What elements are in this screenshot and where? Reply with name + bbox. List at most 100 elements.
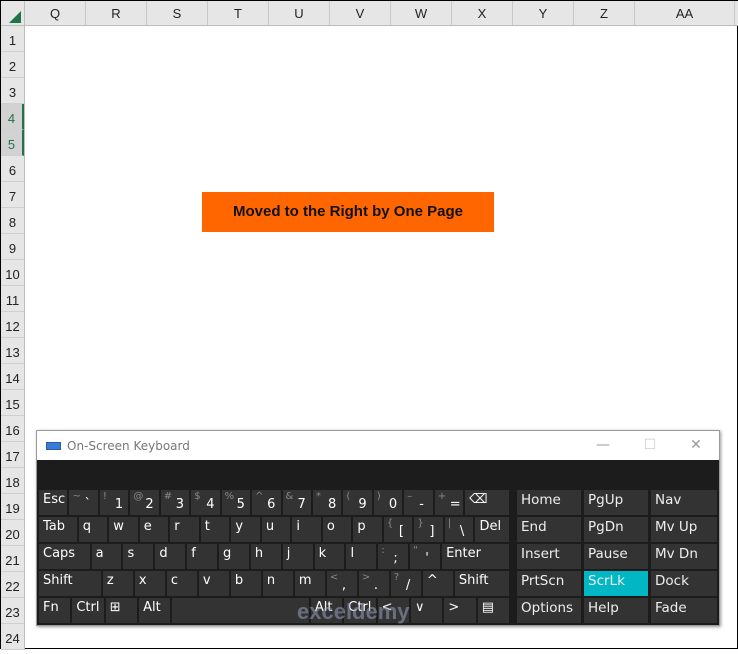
key-options[interactable]: Options [517,598,581,623]
row-header-20[interactable]: 20 [1,520,24,546]
row-header-5[interactable]: 5 [1,130,24,156]
key-2[interactable]: @2 [130,490,159,515]
key-⌫[interactable]: ⌫ [465,490,509,515]
key-x[interactable]: x [134,571,165,596]
key-k[interactable]: k [314,544,345,569]
key-i[interactable]: i [292,517,321,542]
row-header-3[interactable]: 3 [1,78,24,104]
column-header-Q[interactable]: Q [25,1,86,25]
key-`[interactable]: ~ ` [69,490,98,515]
key-Shift[interactable]: Shift [454,571,510,596]
key-z[interactable]: z [102,571,133,596]
key-1[interactable]: ! 1 [99,490,129,515]
key-9[interactable]: (9 [343,490,372,515]
key->[interactable]: > [444,598,476,623]
key-d[interactable]: d [155,544,186,569]
key-e[interactable]: e [139,517,169,542]
key-l[interactable]: l [346,544,377,569]
select-all-button[interactable] [1,1,25,26]
key-q[interactable]: q [78,517,108,542]
key-^[interactable]: ^ [422,571,453,596]
row-header-4[interactable]: 4 [1,104,24,130]
key-7[interactable]: & 7 [282,490,311,515]
key-r[interactable]: r [170,517,199,542]
maximize-button[interactable]: ☐ [627,431,673,460]
key-a[interactable]: a [91,544,122,569]
title-bar[interactable]: On-Screen Keyboard — ☐ ✕ [37,431,719,460]
key-prtscn[interactable]: PrtScn [517,571,581,596]
key-8[interactable]: * 8 [312,490,342,515]
key-insert[interactable]: Insert [517,544,581,569]
key-scrlk[interactable]: ScrLk [584,571,648,596]
row-header-2[interactable]: 2 [1,52,24,78]
key-\[interactable]: | \ [444,517,474,542]
row-header-18[interactable]: 18 [1,468,24,494]
row-header-12[interactable]: 12 [1,312,24,338]
key-Esc[interactable]: Esc [39,490,68,515]
key-t[interactable]: t [200,517,230,542]
key-Ctrl[interactable]: Ctrl [72,598,104,623]
key-,[interactable]: <, [326,571,357,596]
key-b[interactable]: b [230,571,261,596]
row-header-13[interactable]: 13 [1,338,24,364]
column-header-U[interactable]: U [269,1,330,25]
row-header-6[interactable]: 6 [1,156,24,182]
key-Caps[interactable]: Caps [39,544,90,569]
key-Alt[interactable]: Alt [139,598,171,623]
key-end[interactable]: End [517,517,581,542]
key-.[interactable]: >. [358,571,389,596]
column-header-X[interactable]: X [452,1,513,25]
column-header-R[interactable]: R [86,1,147,25]
key-help[interactable]: Help [584,598,648,623]
key-Shift[interactable]: Shift [39,571,101,596]
key--[interactable]: – - [404,490,433,515]
key-m[interactable]: m [294,571,325,596]
key-Del[interactable]: Del [475,517,510,542]
key-pause[interactable]: Pause [584,544,648,569]
key-3[interactable]: #3 [160,490,190,515]
key-nav[interactable]: Nav [651,490,717,515]
key-w[interactable]: w [109,517,138,542]
column-header-Z[interactable]: Z [574,1,635,25]
key-6[interactable]: ^ 6 [252,490,281,515]
row-header-7[interactable]: 7 [1,182,24,208]
key-/[interactable]: ? / [390,571,421,596]
key-fade[interactable]: Fade [651,598,717,623]
row-header-23[interactable]: 23 [1,598,24,624]
key-4[interactable]: $4 [191,490,220,515]
column-header-W[interactable]: W [391,1,452,25]
row-header-14[interactable]: 14 [1,364,24,390]
key-space[interactable] [172,598,309,623]
key-Enter[interactable]: Enter [442,544,510,569]
key-c[interactable]: c [166,571,197,596]
key-pgdn[interactable]: PgDn [584,517,648,542]
key-mv-dn[interactable]: Mv Dn [651,544,717,569]
key-h[interactable]: h [250,544,281,569]
row-header-9[interactable]: 9 [1,234,24,260]
row-header-8[interactable]: 8 [1,208,24,234]
column-header-V[interactable]: V [330,1,391,25]
key-n[interactable]: n [262,571,293,596]
row-header-16[interactable]: 16 [1,416,24,442]
row-header-21[interactable]: 21 [1,546,24,572]
key-▤[interactable]: ▤ [477,598,510,623]
key-s[interactable]: s [123,544,154,569]
key-home[interactable]: Home [517,490,581,515]
key-][interactable]: }] [414,517,443,542]
row-header-24[interactable]: 24 [1,624,24,650]
row-header-19[interactable]: 19 [1,494,24,520]
key-⊞[interactable]: ⊞ [105,598,138,623]
key-pgup[interactable]: PgUp [584,490,648,515]
row-header-10[interactable]: 10 [1,260,24,286]
key-Fn[interactable]: Fn [39,598,71,623]
key-;[interactable]: :; [378,544,409,569]
key-'[interactable]: " ' [410,544,441,569]
key-∨[interactable]: ∨ [410,598,443,623]
close-button[interactable]: ✕ [673,431,719,460]
row-header-11[interactable]: 11 [1,286,24,312]
key-u[interactable]: u [261,517,291,542]
key-Tab[interactable]: Tab [39,517,77,542]
key-p[interactable]: p [353,517,382,542]
key-5[interactable]: % 5 [221,490,251,515]
column-header-Y[interactable]: Y [513,1,574,25]
